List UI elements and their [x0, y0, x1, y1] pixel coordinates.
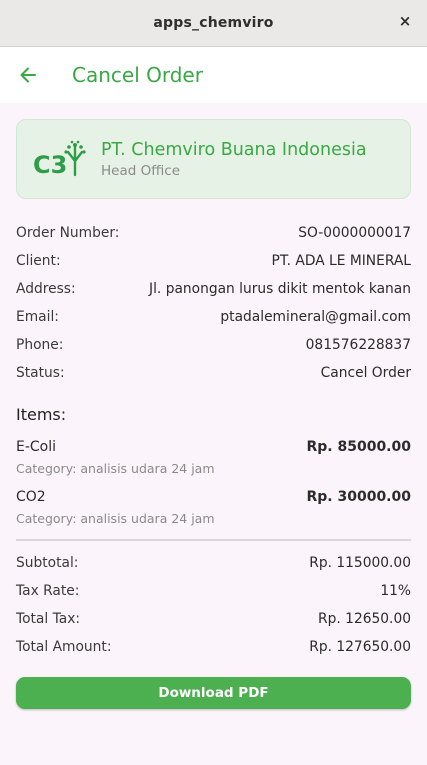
item-category: Category: analisis udara 24 jam	[16, 511, 215, 526]
total-amount-row: Total Amount: Rp. 127650.00	[16, 633, 411, 661]
client-value: PT. ADA LE MINERAL	[271, 253, 411, 269]
total-tax-row: Total Tax: Rp. 12650.00	[16, 605, 411, 633]
company-logo: C3	[33, 139, 93, 179]
item-price: Rp. 85000.00	[306, 439, 411, 455]
phone-label: Phone:	[16, 337, 64, 353]
company-name: PT. Chemviro Buana Indonesia	[101, 139, 367, 160]
client-row: Client: PT. ADA LE MINERAL	[16, 247, 411, 275]
tax-rate-label: Tax Rate:	[16, 583, 80, 599]
address-row: Address: Jl. panongan lurus dikit mentok…	[16, 275, 411, 303]
email-value: ptadalemineral@gmail.com	[220, 309, 411, 325]
order-number-value: SO-0000000017	[298, 225, 411, 241]
window-title: apps_chemviro	[153, 15, 274, 31]
client-label: Client:	[16, 253, 61, 269]
app-bar: Cancel Order	[0, 47, 427, 103]
arrow-left-icon[interactable]	[16, 63, 40, 87]
phone-row: Phone: 081576228837	[16, 331, 411, 359]
order-number-label: Order Number:	[16, 225, 120, 241]
divider	[16, 539, 411, 541]
tax-rate-value: 11%	[380, 583, 411, 599]
item-price: Rp. 30000.00	[306, 489, 411, 505]
subtotal-row: Subtotal: Rp. 115000.00	[16, 549, 411, 577]
address-label: Address:	[16, 281, 76, 297]
total-tax-value: Rp. 12650.00	[318, 611, 411, 627]
tax-rate-row: Tax Rate: 11%	[16, 577, 411, 605]
email-row: Email: ptadalemineral@gmail.com	[16, 303, 411, 331]
close-icon[interactable]: ×	[397, 12, 413, 30]
item-name: E-Coli	[16, 439, 57, 455]
phone-value: 081576228837	[305, 337, 411, 353]
total-amount-label: Total Amount:	[16, 639, 112, 655]
order-number-row: Order Number: SO-0000000017	[16, 219, 411, 247]
total-tax-label: Total Tax:	[16, 611, 81, 627]
order-info: Order Number: SO-0000000017 Client: PT. …	[16, 219, 411, 387]
window-titlebar: apps_chemviro ×	[0, 0, 427, 47]
totals: Subtotal: Rp. 115000.00 Tax Rate: 11% To…	[16, 549, 411, 661]
svg-text:C3: C3	[33, 151, 67, 179]
email-label: Email:	[16, 309, 59, 325]
total-amount-value: Rp. 127650.00	[309, 639, 411, 655]
address-value: Jl. panongan lurus dikit mentok kanan	[149, 281, 411, 297]
page-title: Cancel Order	[72, 63, 203, 87]
company-card: C3 PT. Chemviro Buana Indonesia Head Off…	[16, 119, 411, 199]
company-subtitle: Head Office	[101, 162, 180, 179]
download-pdf-button[interactable]: Download PDF	[16, 677, 411, 709]
item-name: CO2	[16, 489, 46, 505]
list-item: E-Coli Rp. 85000.00 Category: analisis u…	[16, 437, 411, 479]
list-item: CO2 Rp. 30000.00 Category: analisis udar…	[16, 487, 411, 529]
order-detail: C3 PT. Chemviro Buana Indonesia Head Off…	[0, 103, 427, 709]
item-category: Category: analisis udara 24 jam	[16, 461, 215, 476]
subtotal-label: Subtotal:	[16, 555, 79, 571]
subtotal-value: Rp. 115000.00	[309, 555, 411, 571]
status-value: Cancel Order	[320, 365, 411, 381]
status-label: Status:	[16, 365, 65, 381]
status-row: Status: Cancel Order	[16, 359, 411, 387]
items-heading: Items:	[16, 405, 67, 424]
